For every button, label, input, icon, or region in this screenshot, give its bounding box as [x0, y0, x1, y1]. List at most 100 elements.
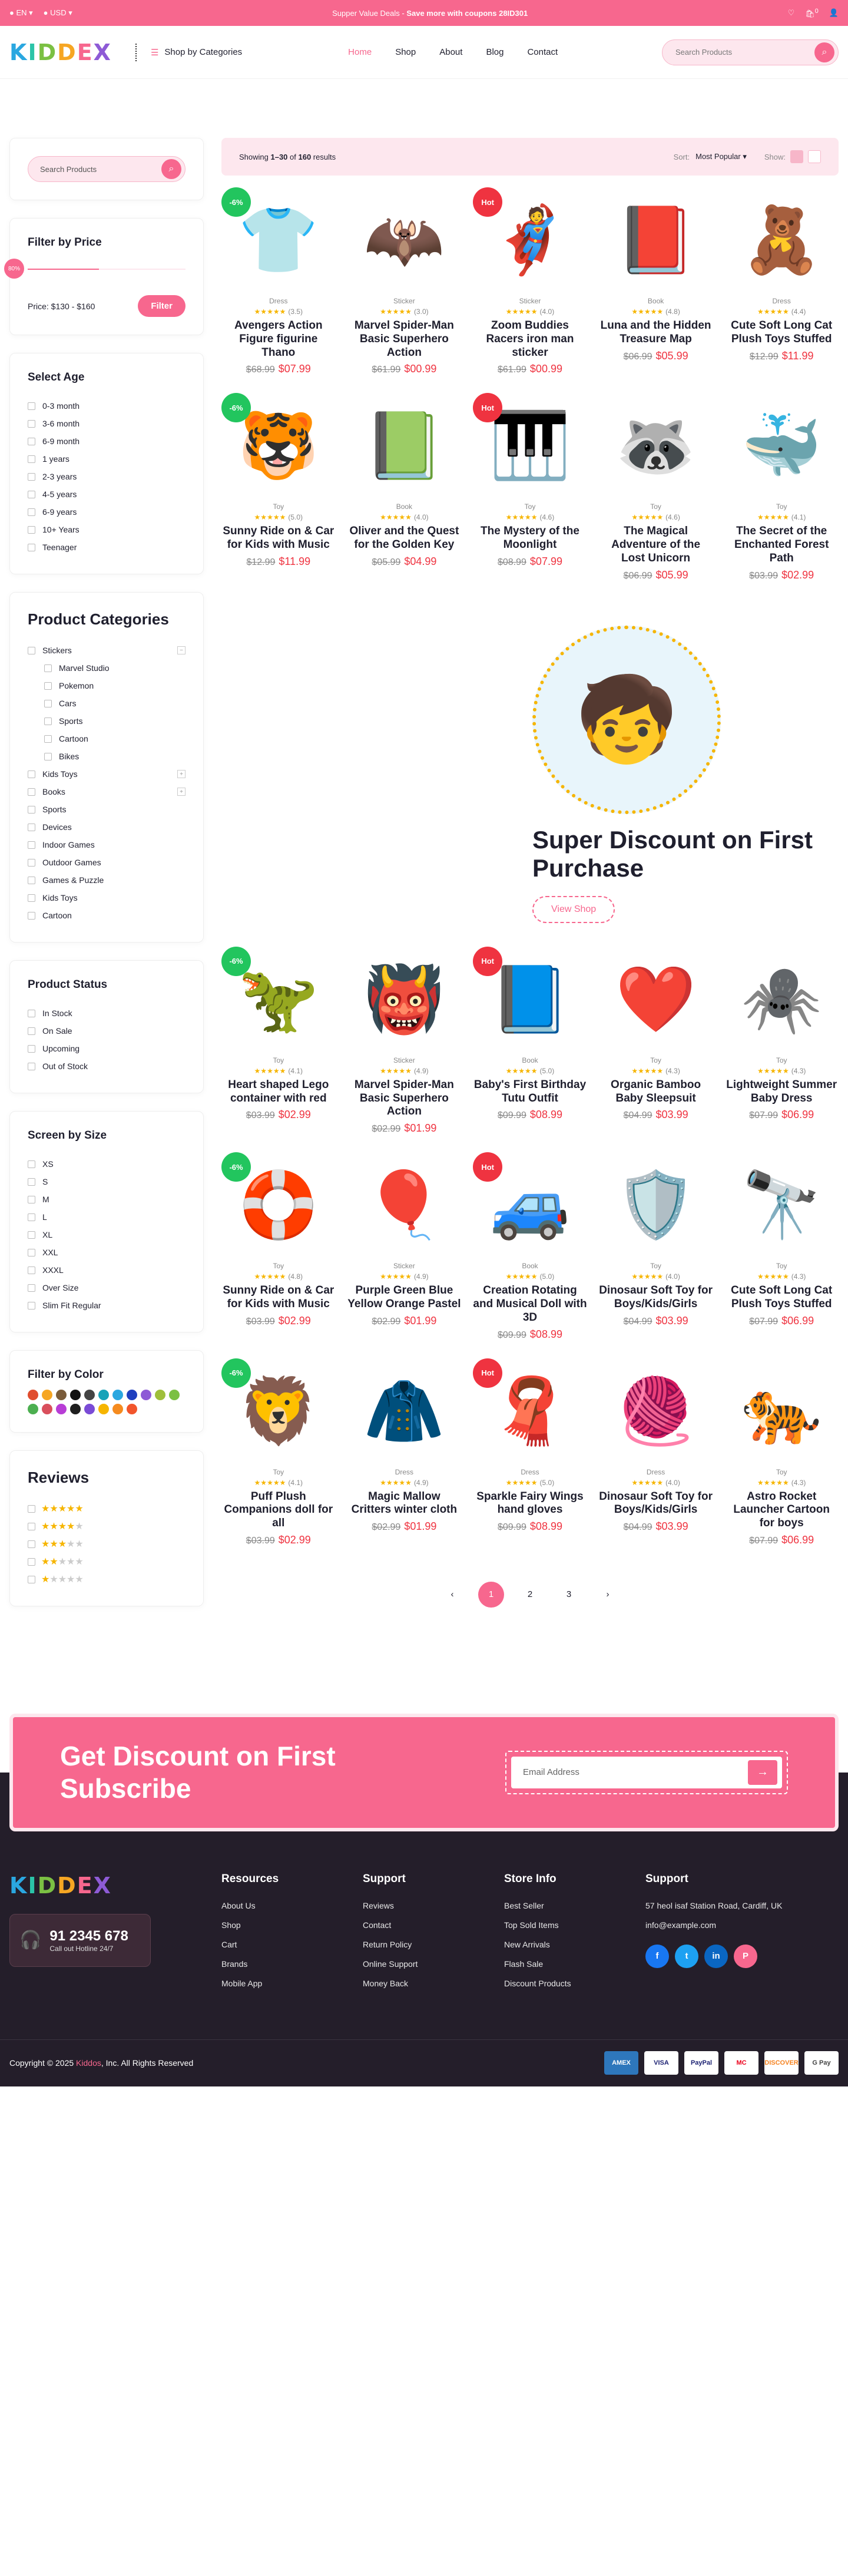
product-title[interactable]: Dinosaur Soft Toy for Boys/Kids/Girls	[599, 1490, 713, 1517]
search-icon[interactable]: ⌕	[814, 42, 834, 62]
twitter-icon[interactable]: t	[675, 1944, 698, 1968]
product-card[interactable]: 📕 Book ★★★★★ (4.8) Luna and the Hidden Treas…	[599, 187, 713, 375]
category-option[interactable]: Cartoon	[28, 907, 186, 924]
product-title[interactable]: Avengers Action Figure figurine Thano	[221, 319, 336, 359]
category-option[interactable]: Stickers −	[28, 641, 186, 659]
filter-button[interactable]: Filter	[138, 295, 186, 317]
expand-icon[interactable]: +	[177, 770, 186, 778]
product-image[interactable]: 🎈	[347, 1152, 462, 1258]
size-option[interactable]: Over Size	[28, 1279, 186, 1297]
checkbox[interactable]	[28, 1540, 35, 1548]
product-card[interactable]: -6% 🐯 Toy ★★★★★ (5.0) Sunny Ride on & Car for…	[221, 393, 336, 581]
price-slider[interactable]: 80%	[4, 259, 186, 279]
checkbox[interactable]	[28, 876, 35, 884]
product-title[interactable]: Luna and the Hidden Treasure Map	[599, 319, 713, 346]
product-card[interactable]: 🧥 Dress ★★★★★ (4.9) Magic Mallow Critters wi…	[347, 1358, 462, 1546]
checkbox[interactable]	[28, 1195, 35, 1203]
size-option[interactable]: XXL	[28, 1244, 186, 1261]
product-title[interactable]: Baby's First Birthday Tutu Outfit	[473, 1079, 587, 1106]
size-option[interactable]: S	[28, 1173, 186, 1191]
checkbox[interactable]	[28, 1160, 35, 1168]
product-title[interactable]: Dinosaur Soft Toy for Boys/Kids/Girls	[599, 1284, 713, 1311]
review-filter-option[interactable]: ★★★★★	[28, 1500, 186, 1517]
facebook-icon[interactable]: f	[645, 1944, 669, 1968]
product-title[interactable]: Sunny Ride on & Car for Kids with Music	[221, 1284, 336, 1311]
size-option[interactable]: XS	[28, 1155, 186, 1173]
age-option[interactable]: 0-3 month	[28, 397, 186, 415]
product-image[interactable]: 🐅	[724, 1358, 839, 1464]
checkbox[interactable]	[28, 1231, 35, 1239]
product-card[interactable]: -6% 🦖 Toy ★★★★★ (4.1) Heart shaped Lego conta…	[221, 946, 336, 1135]
user-icon[interactable]: 👤	[829, 8, 839, 18]
page-1[interactable]: 1	[478, 1581, 504, 1608]
product-title[interactable]: Marvel Spider-Man Basic Superhero Action	[347, 319, 462, 359]
checkbox[interactable]	[28, 1009, 35, 1017]
color-swatch[interactable]	[70, 1390, 81, 1400]
color-swatch[interactable]	[28, 1404, 38, 1414]
product-title[interactable]: The Secret of the Enchanted Forest Path	[724, 525, 839, 565]
footer-link[interactable]: Reviews	[363, 1901, 504, 1920]
product-image[interactable]: 🧶	[599, 1358, 713, 1464]
footer-link[interactable]: Shop	[221, 1920, 363, 1940]
nav-home[interactable]: Home	[348, 47, 372, 57]
product-title[interactable]: The Mystery of the Moonlight	[473, 525, 587, 552]
checkbox[interactable]	[44, 752, 52, 760]
wishlist-icon[interactable]: ♡	[788, 8, 795, 18]
product-card[interactable]: ❤️ Toy ★★★★★ (4.3) Organic Bamboo Baby Sleep…	[599, 947, 713, 1135]
checkbox[interactable]	[28, 1301, 35, 1310]
footer-link[interactable]: Cart	[221, 1940, 363, 1959]
color-swatch[interactable]	[98, 1390, 109, 1400]
grid-view-icon[interactable]	[790, 150, 803, 163]
review-filter-option[interactable]: ★★★★★	[28, 1517, 186, 1535]
checkbox[interactable]	[44, 682, 52, 690]
product-image[interactable]: 🦇	[347, 187, 462, 293]
checkbox[interactable]	[28, 472, 35, 481]
checkbox[interactable]	[28, 1213, 35, 1221]
category-option[interactable]: Kids Toys	[28, 889, 186, 907]
arrow-right-icon[interactable]: →	[748, 1760, 777, 1785]
subcategory-option[interactable]: Cartoon	[28, 730, 186, 748]
product-card[interactable]: Hot 🚙 Book ★★★★★ (5.0) Creation Rotating and …	[473, 1152, 587, 1340]
product-title[interactable]: Lightweight Summer Baby Dress	[724, 1079, 839, 1106]
next-page-icon[interactable]: ›	[595, 1582, 621, 1608]
currency-selector[interactable]: ● USD ▾	[44, 8, 72, 18]
checkbox[interactable]	[28, 788, 35, 796]
subcategory-option[interactable]: Bikes	[28, 748, 186, 765]
product-title[interactable]: Marvel Spider-Man Basic Superhero Action	[347, 1079, 462, 1119]
product-image[interactable]: 🦝	[599, 393, 713, 499]
checkbox[interactable]	[28, 894, 35, 902]
checkbox[interactable]	[28, 455, 35, 463]
checkbox[interactable]	[28, 1266, 35, 1274]
checkbox[interactable]	[28, 490, 35, 498]
product-card[interactable]: 🎈 Sticker ★★★★★ (4.9) Purple Green Blue Yell…	[347, 1152, 462, 1340]
checkbox[interactable]	[28, 646, 35, 654]
checkbox[interactable]	[28, 911, 35, 920]
product-title[interactable]: Heart shaped Lego container with red	[221, 1079, 336, 1106]
checkbox[interactable]	[28, 1557, 35, 1566]
checkbox[interactable]	[44, 717, 52, 725]
size-option[interactable]: Slim Fit Regular	[28, 1297, 186, 1314]
product-card[interactable]: 🦝 Toy ★★★★★ (4.6) The Magical Adventure of t…	[599, 393, 713, 581]
nav-shop[interactable]: Shop	[395, 47, 416, 57]
color-swatch[interactable]	[70, 1404, 81, 1414]
page-3[interactable]: 3	[556, 1582, 582, 1608]
product-card[interactable]: 🦇 Sticker ★★★★★ (3.0) Marvel Spider-Man Basi…	[347, 187, 462, 375]
footer-link[interactable]: Flash Sale	[504, 1959, 645, 1979]
subcategory-option[interactable]: Marvel Studio	[28, 659, 186, 677]
product-title[interactable]: Organic Bamboo Baby Sleepsuit	[599, 1079, 713, 1106]
age-option[interactable]: 6-9 years	[28, 503, 186, 521]
category-option[interactable]: Indoor Games	[28, 836, 186, 854]
checkbox[interactable]	[28, 1062, 35, 1070]
product-image[interactable]: 🐳	[724, 393, 839, 499]
checkbox[interactable]	[28, 1575, 35, 1583]
category-option[interactable]: Kids Toys +	[28, 765, 186, 783]
color-swatch[interactable]	[127, 1390, 137, 1400]
product-title[interactable]: Magic Mallow Critters winter cloth	[347, 1490, 462, 1517]
product-card[interactable]: 🧶 Dress ★★★★★ (4.0) Dinosaur Soft Toy for Bo…	[599, 1358, 713, 1546]
product-title[interactable]: Creation Rotating and Musical Doll with …	[473, 1284, 587, 1324]
search-icon[interactable]: ⌕	[161, 159, 181, 179]
color-swatch[interactable]	[112, 1404, 123, 1414]
product-title[interactable]: Sunny Ride on & Car for Kids with Music	[221, 525, 336, 552]
color-swatch[interactable]	[169, 1390, 180, 1400]
color-swatch[interactable]	[112, 1390, 123, 1400]
